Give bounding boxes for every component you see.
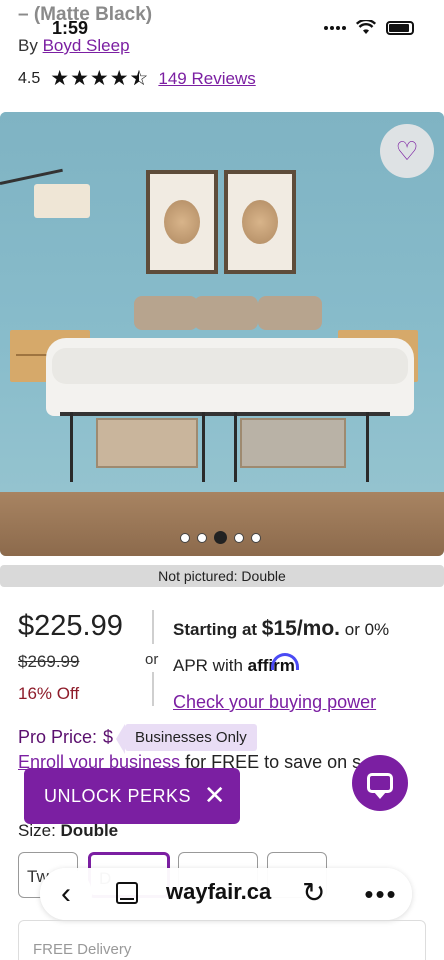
tabs-icon[interactable] [116,882,138,904]
chevron-left-icon: ‹ [61,877,71,910]
image-floor [0,492,444,556]
chat-icon [367,773,393,799]
heart-icon: ♡ [395,135,419,166]
product-image[interactable] [0,112,444,556]
frame-leg [70,412,73,482]
star-icon: ★ [70,67,89,90]
discount-label: 16% Off [18,684,80,703]
battery-icon [386,21,414,35]
pillow [194,296,258,330]
wifi-icon [356,20,376,34]
unlock-perks-label: UNLOCK PERKS [44,785,192,806]
original-price: $269.99 [18,652,80,671]
reviews-link[interactable]: 149 Reviews [158,69,255,89]
url-field[interactable]: wayfair.ca [166,879,271,905]
star-icon: ★ [89,67,109,90]
carousel-dot[interactable] [180,532,190,543]
star-icon: ★ [109,67,129,90]
quilt [52,348,408,384]
reload-icon[interactable]: ↻ [302,876,325,909]
financing-block: Starting at $15/mo. or 0% APR with affir… [173,611,389,721]
affirm-logo: affirm [247,656,295,675]
not-pictured-note: Not pictured: Double [0,565,444,587]
half-star-icon: ☆★ [129,67,149,90]
current-price: $225.99 [18,610,123,642]
frame-leg [202,412,205,482]
rating-value: 4.5 [18,69,41,87]
businesses-only-tag: Businesses Only [116,724,257,754]
by-prefix: By [18,36,38,55]
monthly-price: $15/mo. [261,617,341,640]
size-prefix: Size: [18,821,56,840]
carousel-dot[interactable] [197,532,207,543]
pro-price-label: Pro Price: [18,727,98,747]
wall-art-left [146,170,218,274]
or-separator: or [145,651,159,668]
pro-price-value: $ [103,727,114,747]
bed-frame [60,412,390,416]
or-zero: or 0% [344,620,390,639]
star-rating: ★ ★ ★ ★ ☆★ [50,66,148,91]
financing-line-3: Check your buying power [173,684,389,721]
unlock-perks-banner[interactable]: UNLOCK PERKS ✕ [24,768,240,824]
browser-toolbar: ‹ wayfair.ca ↻ ••• [40,868,412,920]
starting-at: Starting at [173,620,258,639]
carousel-dots [180,531,261,544]
cellular-icon [324,26,346,30]
storage-basket [96,418,198,468]
carousel-dot[interactable] [234,532,244,543]
financing-line-2: APR with affirm [173,648,389,684]
pro-price-row: Pro Price: $ Businesses Only [18,724,257,754]
carousel-dot[interactable] [251,532,261,543]
back-button[interactable]: ‹ [40,868,92,920]
pillow [134,296,198,330]
lamp-shade [34,184,90,218]
wall-art-right [224,170,296,274]
delivery-option[interactable]: FREE Delivery [18,920,426,960]
frame-leg [234,412,237,482]
more-menu-button[interactable]: ••• [350,868,412,920]
chat-button[interactable] [352,755,408,811]
frame-leg [366,412,369,482]
brand-link[interactable]: Boyd Sleep [43,36,130,55]
apr-with: APR with [173,656,243,675]
favorite-button[interactable]: ♡ [380,124,434,178]
size-label: Size: Double [18,821,118,841]
brand-byline: By Boyd Sleep [18,36,130,56]
star-icon: ★ [50,67,70,90]
divider [152,672,154,706]
close-icon[interactable]: ✕ [204,781,226,809]
pillow [258,296,322,330]
size-selected: Double [60,821,119,840]
carousel-dot-active[interactable] [214,531,227,544]
financing-line-1: Starting at $15/mo. or 0% [173,611,389,648]
divider [152,610,154,644]
storage-basket [240,418,346,468]
status-icons [324,20,414,36]
rating-row: 4.5 ★ ★ ★ ★ ☆★ 149 Reviews [18,66,256,91]
buying-power-link[interactable]: Check your buying power [173,692,376,712]
